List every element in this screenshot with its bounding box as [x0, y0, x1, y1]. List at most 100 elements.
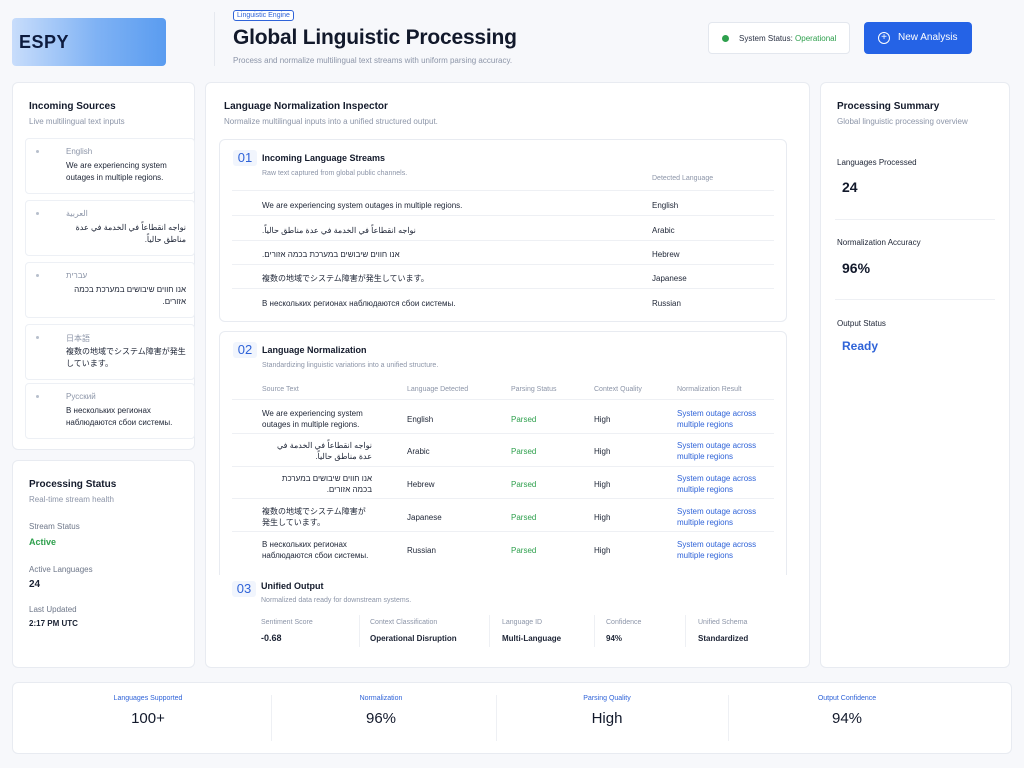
plus-circle-icon: + [878, 32, 890, 44]
incoming-sources-title: Incoming Sources [29, 101, 116, 112]
summary-divider [835, 299, 995, 300]
stream-lang: English [652, 201, 679, 210]
section-subtitle: Standardizing linguistic variations into… [262, 362, 439, 369]
section-number: 01 [233, 150, 257, 166]
source-lang: العربية [66, 209, 88, 218]
source-text: В нескольких регионах наблюдаются сбои с… [66, 406, 173, 427]
system-status-text: System Status: Operational [739, 34, 836, 43]
engine-tag: Linguistic Engine [233, 10, 294, 21]
page-title: Global Linguistic Processing [233, 26, 517, 49]
row-divider [232, 288, 774, 289]
normalization-accuracy-label: Normalization Accuracy [837, 238, 921, 247]
source-lang: English [66, 147, 93, 156]
status-dot-icon [722, 35, 729, 42]
norm-source: We are experiencing system outages in mu… [262, 409, 363, 429]
norm-status: Parsed [511, 480, 537, 489]
active-languages-label: Active Languages [29, 565, 93, 574]
norm-source: 複数の地域でシステム障害が発生しています。 [262, 507, 366, 527]
new-analysis-button[interactable]: + New Analysis [864, 22, 972, 54]
norm-status: Parsed [511, 546, 537, 555]
field-divider [489, 615, 490, 647]
section-title: Unified Output [261, 581, 324, 591]
source-item-arabic[interactable]: العربية نواجه انقطاعاً في الخدمة في عدة … [25, 200, 195, 256]
footer-divider [728, 695, 729, 741]
unified-output-section: 03 Unified Output Normalized data ready … [219, 575, 787, 655]
row-divider [232, 264, 774, 265]
new-analysis-label: New Analysis [898, 32, 958, 43]
source-item-hebrew[interactable]: עברית אנו חווים שיבושים במערכת בכמה אזור… [25, 262, 195, 318]
stream-text: We are experiencing system outages in mu… [262, 201, 463, 210]
summary-title: Processing Summary [837, 101, 940, 112]
row-divider [232, 399, 774, 400]
languages-processed-value: 24 [842, 179, 858, 195]
section-title: Language Normalization [262, 345, 367, 355]
footer-metric-value: High [591, 710, 623, 727]
footer-metric-label: Normalization [359, 695, 403, 702]
status-label: System Status: [739, 34, 793, 43]
normalization-inspector-panel: Language Normalization Inspector Normali… [205, 82, 810, 668]
stream-lang: Japanese [652, 274, 687, 283]
output-status-label: Output Status [837, 319, 886, 328]
source-item-russian[interactable]: Русский В нескольких регионах наблюдаютс… [25, 383, 195, 439]
norm-quality: High [594, 546, 611, 555]
stream-status-label: Stream Status [29, 522, 80, 531]
output-value: Operational Disruption [370, 634, 457, 643]
output-value: Standardized [698, 634, 749, 643]
summary-subtitle: Global linguistic processing overview [837, 117, 968, 126]
footer-metric-confidence: Output Confidence 94% [732, 695, 962, 727]
col-normalization-result: Normalization Result [677, 386, 742, 393]
norm-lang: Hebrew [407, 480, 435, 489]
stream-lang: Hebrew [652, 250, 680, 259]
stream-lang: Russian [652, 299, 681, 308]
norm-result[interactable]: System outage across multiple regions [677, 506, 767, 528]
source-dot-icon [36, 274, 39, 277]
output-label: Unified Schema [698, 619, 748, 626]
col-context-quality: Context Quality [594, 386, 642, 393]
norm-result[interactable]: System outage across multiple regions [677, 539, 767, 561]
last-updated-label: Last Updated [29, 605, 77, 614]
status-value: Operational [795, 34, 837, 43]
stream-text: 複数の地域でシステム障害が発生しています。 [262, 274, 429, 283]
last-updated-value: 2:17 PM UTC [29, 619, 78, 628]
field-divider [359, 615, 360, 647]
source-dot-icon [36, 212, 39, 215]
norm-status: Parsed [511, 513, 537, 522]
output-status-value: Ready [842, 339, 879, 353]
app-logo[interactable]: ESPY [12, 18, 166, 66]
footer-metric-value: 96% [365, 710, 397, 727]
output-label: Sentiment Score [261, 619, 313, 626]
source-text: 複数の地域でシステム障害が発生しています。 [66, 347, 186, 368]
footer-metric-normalization: Normalization 96% [266, 695, 496, 727]
norm-source: В нескольких регионах наблюдаются сбои с… [262, 540, 369, 560]
norm-lang: Japanese [407, 513, 442, 522]
stream-text: В нескольких регионах наблюдаются сбои с… [262, 299, 456, 308]
incoming-streams-section: 01 Incoming Language Streams Raw text ca… [219, 139, 787, 322]
norm-status: Parsed [511, 447, 537, 456]
detected-language-header: Detected Language [652, 175, 714, 182]
norm-status: Parsed [511, 415, 537, 424]
header-divider [214, 12, 215, 66]
row-divider [232, 190, 774, 191]
active-languages-value: 24 [29, 579, 41, 590]
norm-result[interactable]: System outage across multiple regions [677, 408, 767, 430]
field-divider [685, 615, 686, 647]
output-value: Multi-Language [502, 634, 562, 643]
languages-processed-label: Languages Processed [837, 158, 917, 167]
logo-text: ESPY [19, 32, 70, 52]
output-label: Language ID [502, 619, 543, 626]
norm-result[interactable]: System outage across multiple regions [677, 440, 767, 462]
source-text: We are experiencing system outages in mu… [66, 161, 167, 182]
processing-summary-panel: Processing Summary Global linguistic pro… [820, 82, 1010, 668]
source-item-english[interactable]: English We are experiencing system outag… [25, 138, 195, 194]
footer-metric-parsing: Parsing Quality High [492, 695, 722, 727]
section-title: Incoming Language Streams [262, 153, 386, 163]
source-item-japanese[interactable]: 日本語 複数の地域でシステム障害が発生しています。 [25, 324, 195, 380]
footer-metric-label: Output Confidence [817, 695, 877, 702]
stream-text: نواجه انقطاعاً في الخدمة في عدة مناطق حا… [262, 226, 416, 235]
source-text: אנו חווים שיבושים במערכת בכמה אזורים. [74, 285, 186, 306]
section-number: 03 [232, 581, 256, 597]
incoming-sources-subtitle: Live multilingual text inputs [29, 117, 125, 126]
section-subtitle: Raw text captured from global public cha… [262, 170, 408, 177]
norm-result[interactable]: System outage across multiple regions [677, 473, 767, 495]
stream-text: אנו חווים שיבושים במערכת בכמה אזורים. [262, 250, 400, 259]
